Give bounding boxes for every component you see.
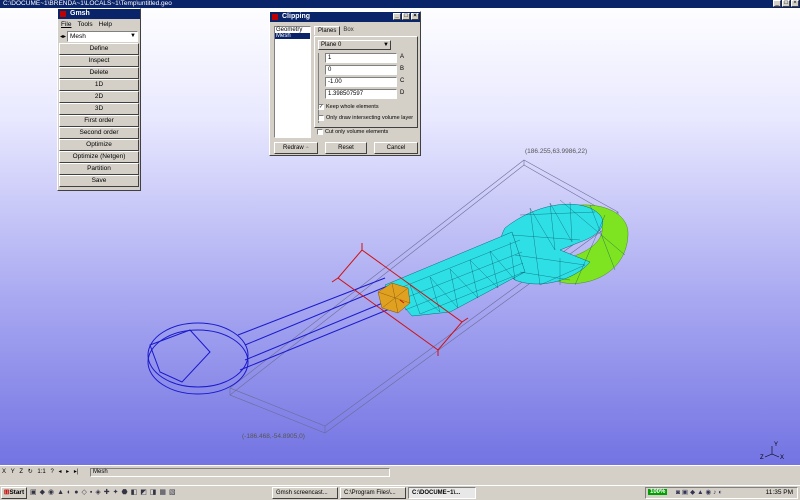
field-c-input[interactable]: -1.00 bbox=[325, 77, 397, 87]
menu-file[interactable]: File bbox=[61, 20, 71, 29]
tray-icons[interactable]: ◙▣◆▲◉♪◐ bbox=[676, 488, 724, 496]
system-tray: 100% ◙▣◆▲◉♪◐ 11:35 PM bbox=[645, 487, 798, 499]
mesh-1d-button[interactable]: 1D bbox=[59, 79, 139, 91]
field-d-label: D bbox=[400, 90, 405, 96]
gmsh-titlebar: Gmsh bbox=[58, 9, 140, 19]
bbox-min-coord: (-186.468,-54.8905,0) bbox=[242, 433, 305, 440]
delete-button[interactable]: Delete bbox=[59, 67, 139, 79]
mesh-3d-button[interactable]: 3D bbox=[59, 103, 139, 115]
cut-volume-option[interactable]: Cut only volume elements bbox=[317, 129, 388, 135]
redraw-button[interactable]: Redraw ⌁ bbox=[274, 142, 318, 154]
checkbox-checked-icon[interactable]: ✓ bbox=[318, 104, 324, 110]
inspect-button[interactable]: Inspect bbox=[59, 55, 139, 67]
cancel-button[interactable]: Cancel bbox=[374, 142, 418, 154]
menu-tools[interactable]: Tools bbox=[77, 20, 92, 29]
clipping-dialog: Clipping _ □ × Geometry Mesh Planes Box … bbox=[269, 11, 421, 156]
optimize-netgen-button[interactable]: Optimize (Netgen) bbox=[59, 151, 139, 163]
battery-indicator[interactable]: 100% bbox=[648, 489, 668, 495]
view-x-button[interactable]: X bbox=[2, 469, 6, 475]
redraw-icon: ⌁ bbox=[305, 145, 309, 151]
field-b-label: B bbox=[400, 66, 405, 72]
intersecting-layer-option[interactable]: Only draw intersecting volume layer bbox=[318, 115, 413, 121]
bbox-max-coord: (186.255,63.9986,22) bbox=[525, 148, 588, 155]
field-c-label: C bbox=[400, 78, 405, 84]
field-b-input[interactable]: 0 bbox=[325, 65, 397, 75]
checkbox-icon[interactable] bbox=[317, 129, 323, 135]
target-list[interactable]: Geometry Mesh bbox=[274, 26, 311, 138]
task-documents-active[interactable]: C:\DOCUME~1\... bbox=[408, 487, 476, 499]
optimize-button[interactable]: Optimize bbox=[59, 139, 139, 151]
gmsh-icon bbox=[60, 11, 66, 17]
wireframe-wrench bbox=[147, 277, 393, 395]
windows-taskbar: ⊞Start ▣◆◉▲◐●◇▪◈✚✦⬣◧◩◨▦▧ Gmsh screencast… bbox=[0, 485, 800, 500]
start-button[interactable]: ⊞Start bbox=[1, 487, 27, 499]
keep-whole-elements-option[interactable]: ✓ Keep whole elements bbox=[318, 104, 379, 110]
field-d-input[interactable]: 1.398507597 bbox=[325, 89, 397, 99]
clipping-titlebar: Clipping _ □ × bbox=[270, 12, 420, 22]
chevron-down-icon: ▼ bbox=[130, 32, 136, 39]
clipping-icon bbox=[272, 14, 278, 20]
task-program-files[interactable]: C:\Program Files\... bbox=[340, 487, 406, 499]
save-button[interactable]: Save bbox=[59, 175, 139, 187]
close-button[interactable]: × bbox=[791, 0, 799, 7]
menu-help[interactable]: Help bbox=[99, 20, 112, 29]
gmsh-menubar: File Tools Help bbox=[58, 19, 140, 30]
module-select[interactable]: Mesh ▼ bbox=[67, 30, 138, 42]
clipping-maximize-button[interactable]: □ bbox=[402, 13, 410, 20]
define-button[interactable]: Define bbox=[59, 43, 139, 55]
play-icon[interactable]: ◂ bbox=[58, 468, 61, 475]
gmsh-menu-window: Gmsh File Tools Help ◂▸ Mesh ▼ Define In… bbox=[57, 8, 141, 191]
view-y-button[interactable]: Y bbox=[11, 469, 15, 475]
axis-z-label: Z bbox=[760, 455, 764, 461]
field-a-label: A bbox=[400, 54, 405, 60]
graphics-window-titlebar: C:\DOCUME~1\BRENDA~1\LOCALS~1\Temp\untit… bbox=[0, 0, 800, 8]
reset-button[interactable]: Reset bbox=[325, 142, 367, 154]
mesh-2d-button[interactable]: 2D bbox=[59, 91, 139, 103]
scale-1-1-button[interactable]: 1:1 bbox=[37, 469, 45, 475]
pause-icon[interactable]: ▸ bbox=[66, 468, 69, 475]
clipping-minimize-button[interactable]: _ bbox=[393, 13, 401, 20]
help-button[interactable]: ? bbox=[50, 469, 53, 475]
status-message: Mesh bbox=[90, 468, 390, 477]
back-forward-arrows-icon[interactable]: ◂▸ bbox=[60, 33, 67, 40]
checkbox-icon[interactable] bbox=[318, 115, 324, 121]
second-order-button[interactable]: Second order bbox=[59, 127, 139, 139]
chevron-down-icon: ▼ bbox=[383, 42, 389, 48]
next-icon[interactable]: ▸| bbox=[74, 468, 79, 475]
tab-planes[interactable]: Planes bbox=[314, 26, 341, 35]
plane-select[interactable]: Plane 0 ▼ bbox=[318, 40, 391, 50]
planes-panel: Plane 0 ▼ 1 A 0 B -1.00 C 1.398507597 D … bbox=[314, 36, 418, 128]
task-gmsh-screencast[interactable]: Gmsh screencast... bbox=[272, 487, 338, 499]
axis-y-label: Y bbox=[774, 442, 778, 448]
window-title: C:\DOCUME~1\BRENDA~1\LOCALS~1\Temp\untit… bbox=[3, 0, 172, 7]
slider-track[interactable] bbox=[318, 53, 324, 123]
minimize-button[interactable]: _ bbox=[773, 0, 781, 7]
status-bar: X Y Z ↻ 1:1 ? ◂ ▸ ▸| Mesh bbox=[0, 465, 800, 485]
axis-x-label: X bbox=[780, 455, 784, 461]
partition-button[interactable]: Partition bbox=[59, 163, 139, 175]
maximize-button[interactable]: □ bbox=[782, 0, 790, 7]
first-order-button[interactable]: First order bbox=[59, 115, 139, 127]
quick-launch-icons[interactable]: ▣◆◉▲◐●◇▪◈✚✦⬣◧◩◨▦▧ bbox=[30, 488, 179, 496]
tab-box[interactable]: Box bbox=[340, 26, 356, 35]
clipping-close-button[interactable]: × bbox=[411, 13, 419, 20]
list-item-mesh[interactable]: Mesh bbox=[275, 33, 310, 39]
view-z-button[interactable]: Z bbox=[19, 469, 23, 475]
clock: 11:35 PM bbox=[765, 489, 793, 496]
rotate-icon[interactable]: ↻ bbox=[28, 468, 33, 475]
field-a-input[interactable]: 1 bbox=[325, 53, 397, 63]
